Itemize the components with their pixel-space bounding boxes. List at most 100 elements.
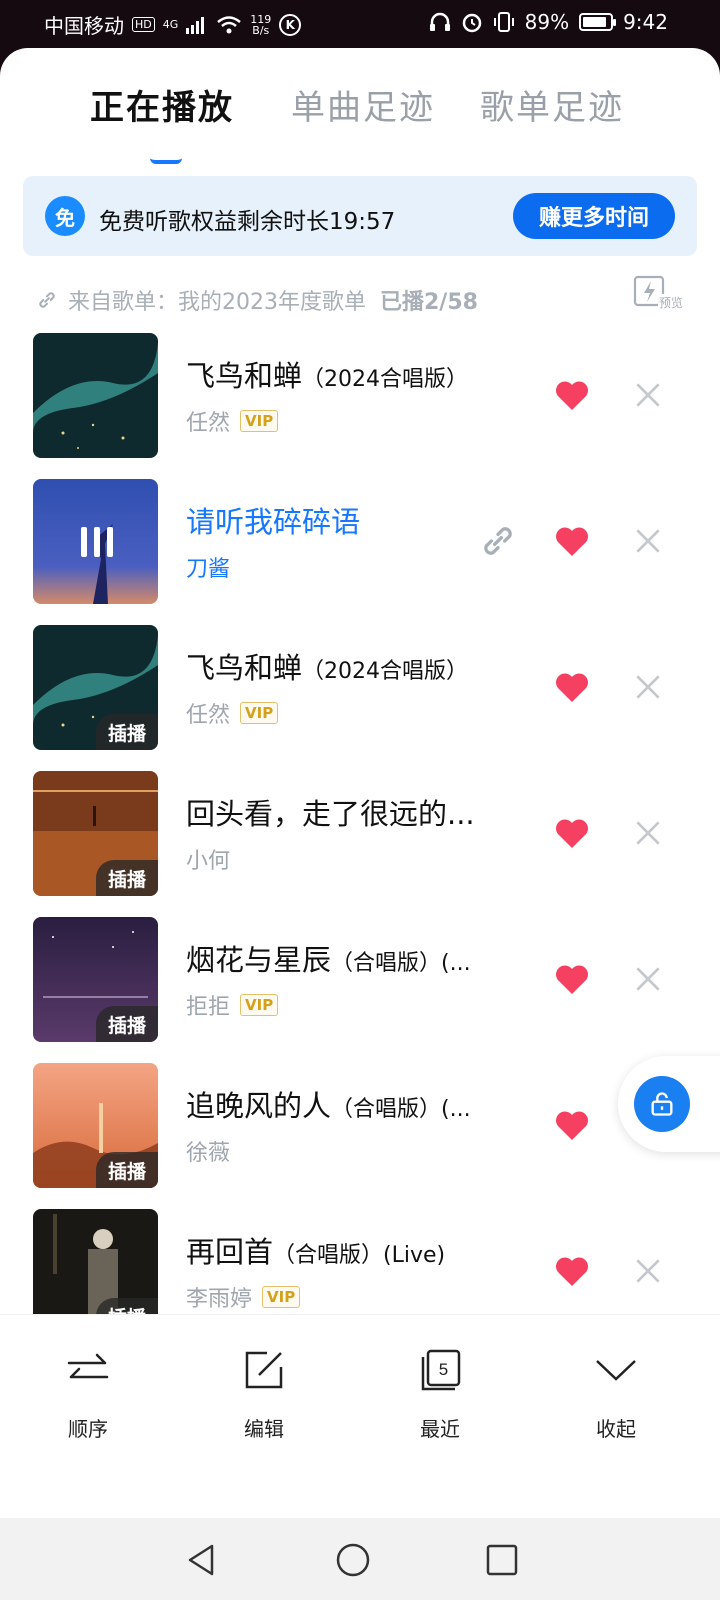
close-icon[interactable] <box>632 671 664 703</box>
song-row[interactable]: 插播 烟花与星辰（合唱版）(... 拒拒 VIP <box>0 917 720 1063</box>
heart-icon[interactable] <box>552 1251 592 1291</box>
heart-icon[interactable] <box>552 959 592 999</box>
recent-apps-icon[interactable] <box>482 1540 522 1580</box>
tab-now-playing[interactable]: 正在播放 <box>90 80 234 129</box>
heart-icon[interactable] <box>552 521 592 561</box>
collapse-button[interactable]: 收起 <box>566 1345 666 1442</box>
status-bar: 中国移动 HD 4G 119 B/s K 89% 9:42 <box>0 0 720 48</box>
album-cover <box>33 333 158 458</box>
close-icon[interactable] <box>632 817 664 849</box>
system-nav-bar <box>0 1518 720 1600</box>
free-icon: 免 <box>45 196 85 236</box>
artist-name: 徐薇 <box>186 1141 231 1166</box>
floating-lock-button[interactable] <box>618 1056 720 1152</box>
artist-line: 徐薇 <box>186 1135 230 1167</box>
artist-name: 任然 <box>186 411 231 436</box>
artist-name: 刀酱 <box>186 557 231 582</box>
heart-icon[interactable] <box>552 813 592 853</box>
insert-play-tag: 插播 <box>96 714 158 750</box>
song-title: 回头看，走了很远的... <box>186 797 475 831</box>
song-title: 追晚风的人（合唱版）(... <box>186 1089 471 1123</box>
song-row[interactable]: 飞鸟和蝉（2024合唱版） 任然 VIP <box>0 333 720 479</box>
carrier-label: 中国移动 <box>44 14 124 38</box>
svg-text:5: 5 <box>439 1360 448 1379</box>
artist-line: 任然 VIP <box>186 697 279 729</box>
insert-play-tag: 插播 <box>96 1006 158 1042</box>
artist-line: 拒拒 VIP <box>186 989 279 1021</box>
artist-name: 任然 <box>186 703 231 728</box>
signal-icon <box>186 16 205 34</box>
song-row-playing[interactable]: 请听我碎碎语 刀酱 <box>0 479 720 625</box>
recent-button[interactable]: 5 最近 <box>390 1345 490 1442</box>
song-title: 烟花与星辰（合唱版）(... <box>186 943 471 977</box>
free-time-remaining: 免费听歌权益剩余时长19:57 <box>99 209 396 235</box>
tab-bar: 正在播放 单曲足迹 歌单足迹 <box>0 80 720 164</box>
recent-label: 最近 <box>420 1417 460 1441</box>
album-cover: 插播 <box>33 771 158 896</box>
artist-name: 李雨婷 <box>186 1287 253 1312</box>
close-icon[interactable] <box>632 525 664 557</box>
album-cover: 插播 <box>33 625 158 750</box>
network-type: 4G <box>162 18 179 31</box>
artist-name: 拒拒 <box>186 995 231 1020</box>
artist-line: 李雨婷 VIP <box>186 1281 301 1313</box>
tab-song-history[interactable]: 单曲足迹 <box>291 80 435 129</box>
edit-icon <box>245 1351 283 1389</box>
vip-badge: VIP <box>240 410 279 432</box>
wifi-icon <box>217 15 242 33</box>
alarm-icon <box>462 13 481 33</box>
collapse-label: 收起 <box>596 1417 636 1441</box>
insert-play-tag: 插播 <box>96 860 158 896</box>
vip-badge: VIP <box>262 1286 301 1308</box>
artist-name: 小何 <box>186 849 231 874</box>
played-count: 已播2/58 <box>380 290 478 315</box>
battery-percent: 89% <box>524 10 570 34</box>
chevron-down-icon <box>596 1360 636 1381</box>
song-title: 飞鸟和蝉（2024合唱版） <box>186 359 469 393</box>
playing-indicator <box>81 527 113 557</box>
link-icon <box>39 292 55 308</box>
close-icon[interactable] <box>632 963 664 995</box>
recent-stack-icon: 5 <box>421 1349 461 1391</box>
preview-label: 预览 <box>657 294 684 311</box>
k-icon: K <box>279 13 302 36</box>
close-icon[interactable] <box>632 1255 664 1287</box>
headphones-icon <box>429 12 450 31</box>
play-order-label: 顺序 <box>68 1417 108 1441</box>
heart-icon[interactable] <box>552 375 592 415</box>
play-order-button[interactable]: 顺序 <box>38 1345 138 1442</box>
album-cover <box>33 479 158 604</box>
net-speed: 119 B/s <box>250 12 272 37</box>
edit-label: 编辑 <box>244 1417 284 1441</box>
vip-badge: VIP <box>240 994 279 1016</box>
source-playlist-label[interactable]: 来自歌单：我的2023年度歌单 <box>68 284 366 316</box>
tab-playlist-history[interactable]: 歌单足迹 <box>480 80 624 129</box>
song-row[interactable]: 插播 追晚风的人（合唱版）(... 徐薇 <box>0 1063 720 1209</box>
artist-line: 任然 VIP <box>186 405 279 437</box>
back-icon[interactable] <box>182 1540 222 1580</box>
preview-button[interactable]: 预览 <box>632 274 684 320</box>
artist-line: 刀酱 <box>186 551 230 583</box>
unlock-icon <box>651 1092 673 1116</box>
shuffle-order-icon <box>67 1353 109 1379</box>
close-icon[interactable] <box>632 379 664 411</box>
artist-line: 小何 <box>186 843 230 875</box>
insert-play-tag: 插播 <box>96 1152 158 1188</box>
home-icon[interactable] <box>333 1540 373 1580</box>
playlist-sheet: 正在播放 单曲足迹 歌单足迹 免 免费听歌权益剩余时长19:57 赚更多时间 来… <box>0 48 720 1518</box>
free-listening-banner: 免 免费听歌权益剩余时长19:57 赚更多时间 <box>23 176 697 256</box>
song-row[interactable]: 插播 飞鸟和蝉（2024合唱版） 任然 VIP <box>0 625 720 771</box>
playlist-action-bar: 顺序 编辑 5 最近 收起 <box>0 1314 720 1514</box>
heart-icon[interactable] <box>552 667 592 707</box>
earn-more-time-button[interactable]: 赚更多时间 <box>513 193 675 239</box>
vibrate-icon <box>493 12 514 32</box>
song-row[interactable]: 插播 回头看，走了很远的... 小何 <box>0 771 720 917</box>
song-title: 飞鸟和蝉（2024合唱版） <box>186 651 469 685</box>
link-icon[interactable] <box>478 521 518 561</box>
edit-button[interactable]: 编辑 <box>214 1345 314 1442</box>
heart-icon[interactable] <box>552 1105 592 1145</box>
clock: 9:42 <box>623 10 668 34</box>
tab-indicator <box>150 158 182 164</box>
album-cover: 插播 <box>33 917 158 1042</box>
lock-circle <box>634 1076 690 1132</box>
